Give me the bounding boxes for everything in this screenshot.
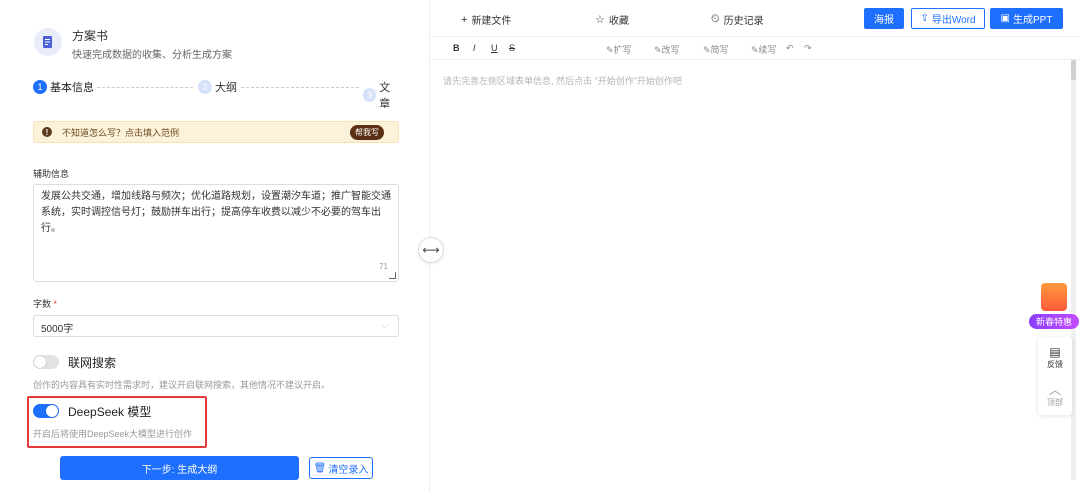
trash-icon: 🗑: [313, 462, 327, 474]
generate-ppt-button[interactable]: ▣ 生成PPT: [990, 8, 1063, 29]
rewrite-button[interactable]: ✎改写: [654, 43, 680, 56]
toggle-knob: [46, 405, 58, 417]
wordcount-label: 字数 *: [33, 297, 57, 310]
step-basic-info[interactable]: 1 基本信息: [33, 79, 94, 95]
new-file-label: 新建文件: [471, 16, 512, 27]
deepseek-hint: 开启后将使用DeepSeek大模型进行创作: [33, 429, 193, 439]
new-file-button[interactable]: + 新建文件: [461, 12, 512, 28]
pen-icon: ✎: [654, 45, 662, 55]
step-number: 1: [33, 80, 47, 94]
web-search-hint: 创作的内容具有实时性需求时，建议开启联网搜索，其他情况不建议开启。: [33, 380, 331, 390]
poster-button[interactable]: 海报: [864, 8, 904, 29]
promo-label: 新春特惠: [1029, 314, 1079, 329]
format-toolbar: B I U S ✎扩写 ✎改写 ✎简写 ✎续写 ↶ ↷: [431, 38, 1080, 60]
pen-icon: ✎: [606, 45, 614, 55]
step-label: 文章: [379, 82, 391, 110]
scrollbar-thumb[interactable]: [1071, 60, 1076, 80]
clock-icon: ⏲: [711, 13, 720, 25]
rewrite-label: 改写: [661, 45, 680, 55]
underline-button[interactable]: U: [491, 43, 498, 53]
web-search-label: 联网搜索: [68, 356, 117, 370]
continue-label: 续写: [758, 45, 777, 55]
wordcount-value: 5000字: [41, 324, 74, 335]
shorten-label: 简写: [710, 45, 729, 55]
pen-icon: ✎: [703, 45, 711, 55]
step-divider: [97, 87, 193, 88]
expand-label: 扩写: [613, 45, 632, 55]
web-search-toggle[interactable]: [33, 355, 59, 369]
history-label: 历史记录: [723, 16, 764, 27]
pen-icon: ✎: [751, 45, 759, 55]
toggle-knob: [34, 356, 46, 368]
strikethrough-button[interactable]: S: [509, 43, 515, 53]
side-toolbar: ▤ 反馈 ︿ 顶部: [1038, 337, 1072, 415]
ppt-icon: ▣: [1000, 13, 1010, 24]
chevron-down-icon: ⌵: [381, 320, 388, 330]
undo-icon[interactable]: ↶: [786, 43, 794, 54]
aux-info-label: 辅助信息: [33, 169, 70, 179]
editor-placeholder[interactable]: 请先完善左侧区域表单信息, 然后点击 "开始创作"开始创作吧: [443, 74, 682, 87]
plus-icon: +: [461, 13, 468, 26]
shorten-button[interactable]: ✎简写: [703, 43, 729, 56]
resize-split-handle[interactable]: ⟷: [418, 237, 444, 263]
redo-icon[interactable]: ↷: [804, 43, 812, 54]
example-tip-banner[interactable]: ! 不知道怎么写？点击填入范例 帮我写: [33, 121, 399, 143]
tip-text: 不知道怎么写？点击填入范例: [62, 127, 180, 138]
step-indicator: 1 基本信息 2 大纲 3 文章: [33, 79, 400, 110]
feedback-button[interactable]: ▤ 反馈: [1038, 345, 1072, 370]
aux-info-textarea[interactable]: 发展公共交通，增加线路与频次；优化道路规划，设置潮汐车道；推广智能交通系统，实时…: [33, 184, 399, 282]
continue-button[interactable]: ✎续写: [751, 43, 777, 56]
step-divider: [241, 87, 359, 88]
app-title: 方案书: [72, 29, 109, 43]
italic-button[interactable]: I: [473, 43, 476, 53]
step-number: 3: [363, 88, 377, 102]
gift-icon: [1041, 283, 1067, 311]
star-icon: ☆: [595, 14, 605, 26]
form-panel: 方案书 快速完成数据的收集、分析生成方案 1 基本信息 2 大纲 3 文章 ! …: [0, 0, 430, 492]
editor-topbar: + 新建文件 ☆ 收藏 ⏲ 历史记录 海报 ⇪ 导出Word ▣ 生成PPT: [431, 0, 1080, 37]
editor-scrollbar[interactable]: [1071, 60, 1076, 480]
history-button[interactable]: ⏲ 历史记录: [711, 12, 764, 27]
bold-button[interactable]: B: [453, 43, 460, 53]
arrows-horizontal-icon: ⟷: [422, 243, 440, 257]
expand-button[interactable]: ✎扩写: [606, 43, 632, 56]
clear-input-button[interactable]: 🗑 清空录入: [309, 457, 373, 479]
step-article[interactable]: 3 文章: [363, 79, 400, 111]
wordcount-select[interactable]: 5000字 ⌵: [33, 315, 399, 337]
top-label: 顶部: [1047, 398, 1063, 407]
deepseek-label: DeepSeek 模型: [68, 405, 152, 419]
favorite-label: 收藏: [608, 16, 629, 27]
resize-handle-icon[interactable]: [389, 272, 396, 279]
document-edit-icon: [34, 28, 62, 56]
step-label: 大纲: [215, 82, 237, 94]
clear-input-label: 清空录入: [328, 464, 369, 476]
warning-icon: !: [42, 127, 52, 137]
export-word-button[interactable]: ⇪ 导出Word: [911, 8, 985, 29]
step-number: 2: [198, 80, 212, 94]
required-mark: *: [53, 299, 58, 309]
export-word-label: 导出Word: [931, 15, 976, 26]
next-generate-outline-button[interactable]: 下一步: 生成大纲: [60, 456, 299, 480]
app-subtitle: 快速完成数据的收集、分析生成方案: [72, 50, 232, 61]
message-icon: ▤: [1049, 345, 1061, 359]
step-outline[interactable]: 2 大纲: [198, 79, 237, 95]
wordcount-label-text: 字数: [33, 299, 52, 309]
generate-ppt-label: 生成PPT: [1013, 15, 1053, 26]
chevron-up-icon: ︿: [1048, 383, 1061, 397]
deepseek-toggle[interactable]: [33, 404, 59, 418]
export-icon: ⇪: [920, 13, 929, 24]
back-to-top-button[interactable]: ︿ 顶部: [1038, 383, 1072, 408]
step-label: 基本信息: [50, 82, 94, 94]
feedback-label: 反馈: [1047, 360, 1063, 369]
new-year-promo[interactable]: 新春特惠: [1029, 281, 1079, 331]
help-me-write-button[interactable]: 帮我写: [350, 125, 384, 140]
favorite-button[interactable]: ☆ 收藏: [595, 12, 629, 27]
char-counter: 71: [379, 262, 388, 271]
editor-panel: + 新建文件 ☆ 收藏 ⏲ 历史记录 海报 ⇪ 导出Word ▣ 生成PPT B…: [431, 0, 1080, 492]
aux-info-value: 发展公共交通，增加线路与频次；优化道路规划，设置潮汐车道；推广智能交通系统，实时…: [41, 191, 391, 234]
